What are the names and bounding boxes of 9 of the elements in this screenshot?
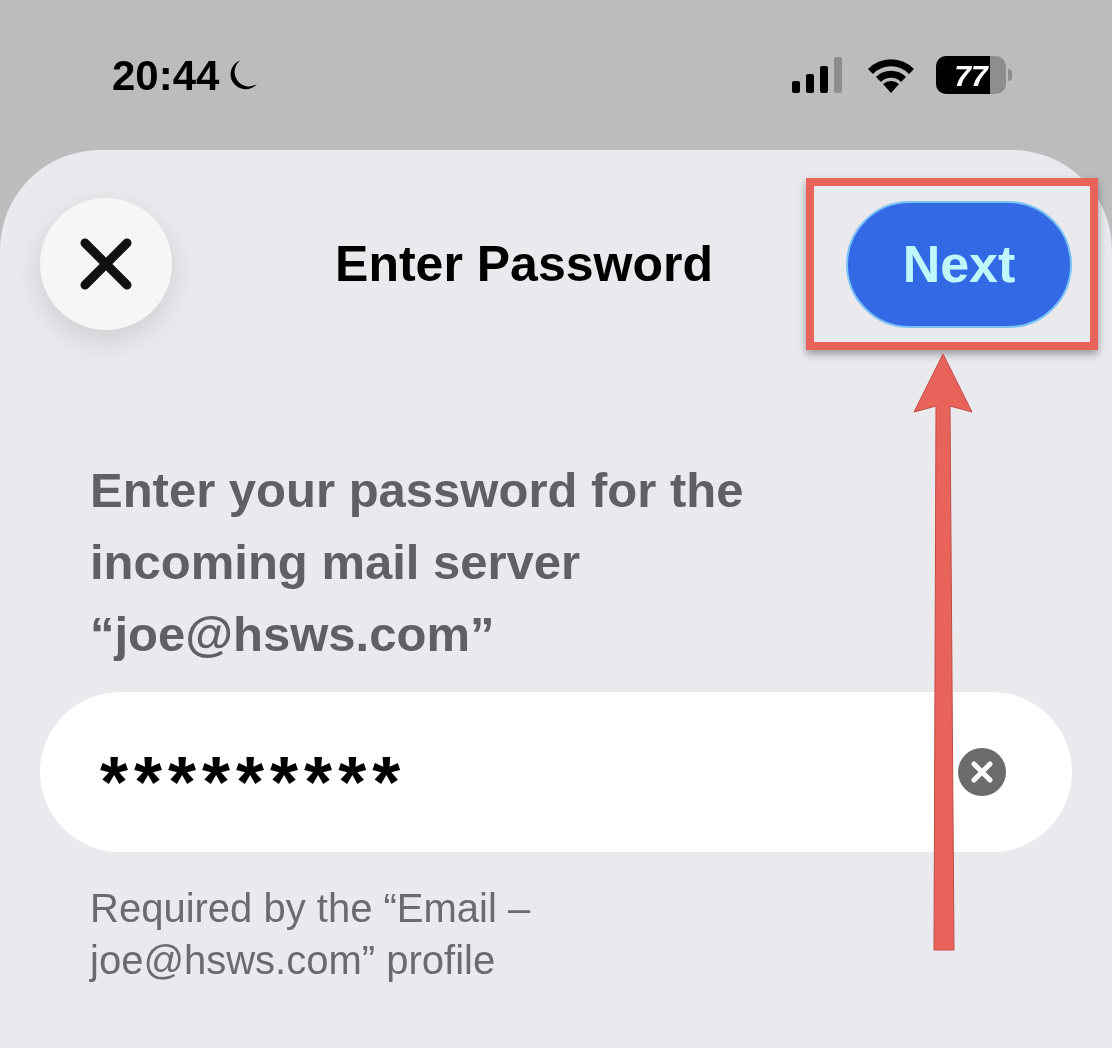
clear-icon[interactable] — [958, 748, 1006, 796]
footnote-text: Required by the “Email – joe@hsws.com” profile — [90, 885, 532, 984]
next-button[interactable]: Next — [846, 200, 1072, 328]
password-field[interactable]: ********* — [40, 692, 1072, 852]
clock-time: 20:44 — [112, 50, 220, 101]
prompt-text: Enter your password for the incoming mail server “joe@hsws.com” — [90, 462, 745, 663]
sheet-title: Enter Password — [335, 234, 713, 294]
close-icon — [79, 237, 133, 291]
wifi-icon — [866, 57, 916, 93]
